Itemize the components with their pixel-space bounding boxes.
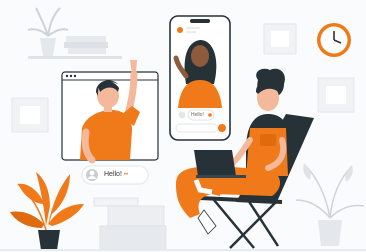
illustration-scene: Hello! •• Hello! bbox=[0, 0, 366, 252]
wall-frame-inner bbox=[326, 86, 346, 104]
shelf-books bbox=[64, 36, 108, 54]
greeting-label: Hello! bbox=[104, 171, 122, 178]
clock-icon bbox=[317, 23, 351, 57]
wall-frame-inner bbox=[20, 106, 40, 124]
illustration-canvas bbox=[0, 0, 366, 252]
greeting-emoji: •• bbox=[123, 172, 129, 178]
phone-chat-text: Hello! bbox=[191, 112, 204, 118]
shelf bbox=[28, 56, 122, 59]
greeting-bubble-text: Hello! •• bbox=[104, 168, 154, 182]
phone-icon bbox=[169, 15, 231, 141]
wall-frame-inner bbox=[271, 31, 289, 47]
